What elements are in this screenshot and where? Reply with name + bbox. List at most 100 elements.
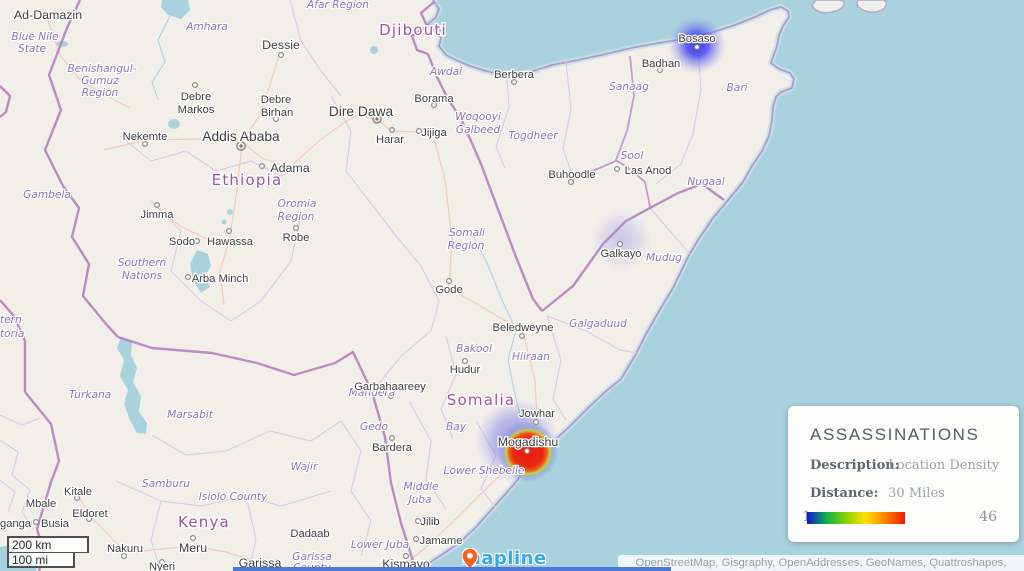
region-label-somali-region-1: Somali (449, 227, 485, 239)
region-label-togdheer: Togdheer (508, 130, 558, 142)
legend-scale-max: 46 (979, 509, 997, 525)
region-label-bakool: Bakool (456, 343, 492, 355)
legend-description-value: Location Density (888, 458, 999, 473)
region-label-middle-juba-1: Middle (404, 481, 439, 493)
city-label-badhan: Badhan (642, 58, 681, 70)
region-label-benishangul-1: Benishangul- (67, 63, 136, 75)
region-label-sanaag: Sanaag (609, 81, 649, 93)
mapline-pin-icon (462, 548, 478, 569)
city-label-debre-markos-1: Debre (181, 91, 211, 103)
legend-card: ASSASSINATIONS Description: Location Den… (788, 406, 1019, 542)
city-label-eldoret: Eldoret (72, 508, 108, 520)
map-attribution: OpenStreetMap, Gisgraphy, OpenAddresses,… (618, 555, 1024, 571)
city-label-mbale: Mbale (26, 498, 56, 510)
region-label-oromia-2: Region (278, 211, 315, 223)
city-label-gode: Gode (435, 284, 462, 296)
city-label-arba-minch: Arba Minch (192, 273, 249, 285)
city-label-buhoodle: Buhoodle (548, 169, 595, 181)
region-label-gambela: Gambela (23, 189, 71, 201)
region-label-sool: Sool (621, 150, 644, 162)
city-label-debre-birhan-1: Debre (261, 94, 291, 106)
region-label-awdal: Awdal (429, 66, 462, 78)
city-label-borama: Borama (414, 93, 454, 105)
city-label-sodo: Sodo (169, 236, 195, 248)
region-label-benishangul-2: Gumuz (81, 75, 119, 87)
city-label-bardera: Bardera (372, 442, 413, 454)
region-label-lower-juba: Lower Juba (351, 539, 409, 551)
city-label-robe: Robe (283, 232, 310, 244)
country-label-ethiopia: Ethiopia (212, 171, 283, 189)
city-label-meru: Meru (179, 541, 207, 555)
mapline-logo[interactable]: mapline (462, 548, 547, 569)
city-label-jilib: Jilib (420, 516, 439, 528)
city-label-ad-damazin: Ad-Damazin (14, 8, 82, 22)
scale-bar: 200 km 100 mi (7, 536, 89, 568)
legend-gradient-bar (807, 512, 905, 524)
scale-km: 200 km (7, 536, 89, 553)
region-label-turkana: Turkana (69, 389, 111, 401)
city-label-hawassa: Hawassa (207, 236, 254, 248)
city-label-debre-markos-2: Markos (178, 104, 215, 116)
region-label-isiolo-county: Isiolo County (199, 491, 268, 503)
scale-km-label: 200 km (12, 538, 51, 552)
city-label-debre-birhan-2: Birhan (261, 107, 293, 119)
region-label-bay: Bay (446, 421, 467, 433)
region-label-afar: Afar Region (306, 0, 369, 11)
city-label-jimma: Jimma (141, 209, 175, 221)
city-label-dessie: Dessie (262, 38, 300, 52)
legend-scale: 1 46 (788, 507, 1019, 529)
region-label-e-equatoria-2: toria (0, 328, 24, 340)
city-label-berbera: Berbera (494, 69, 535, 81)
city-label-nakuru: Nakuru (107, 543, 143, 555)
country-label-djibouti: Djibouti (379, 21, 447, 39)
region-label-samburu: Samburu (142, 478, 190, 490)
city-label-jamame: Jamame (420, 535, 463, 547)
city-label-ganga-cut: ganga (0, 518, 32, 530)
region-label-middle-juba-2: Juba (406, 494, 431, 506)
legend-distance-label: Distance: (810, 486, 884, 501)
region-label-amhara: Amhara (185, 21, 228, 33)
scale-mi: 100 mi (7, 553, 75, 568)
region-label-wajir: Wajir (291, 461, 318, 473)
scale-mi-label: 100 mi (12, 553, 48, 567)
city-label-hudur: Hudur (450, 364, 481, 376)
region-label-hiiraan: Hiiraan (512, 351, 550, 363)
city-label-las-anod: Las Anod (625, 165, 672, 177)
region-label-nugaal: Nugaal (687, 176, 724, 188)
city-label-bosaso: Bosaso (678, 33, 715, 45)
region-label-galgaduud: Galgaduud (569, 318, 627, 330)
city-label-dadaab: Dadaab (290, 528, 329, 540)
city-label-galkayo: Galkayo (600, 248, 641, 260)
country-label-somalia: Somalia (447, 391, 515, 409)
region-label-gedo: Gedo (360, 421, 388, 433)
region-label-benishangul-3: Region (82, 87, 119, 99)
legend-description-row: Description: Location Density (810, 458, 1019, 473)
city-label-harar: Harar (376, 134, 404, 146)
city-label-mogadishu: Mogadishu (498, 435, 559, 449)
region-label-somali-region-2: Region (448, 240, 485, 252)
region-label-woqooyi-1: Woqooyi (455, 111, 501, 123)
legend-distance-row: Distance: 30 Miles (810, 486, 1019, 501)
region-label-lower-shebelle: Lower Shebelle (444, 465, 525, 477)
region-label-southern-nations-1: Southern (118, 257, 166, 269)
city-label-jijiga: Jijiga (421, 127, 447, 139)
region-label-southern-nations-2: Nations (122, 270, 163, 282)
city-label-kitale: Kitale (64, 486, 92, 498)
country-label-kenya: Kenya (178, 513, 230, 531)
city-label-nekemte: Nekemte (123, 131, 168, 143)
region-label-bari: Bari (726, 82, 747, 94)
region-label-marsabit: Marsabit (167, 409, 214, 421)
legend-distance-value: 30 Miles (888, 486, 945, 501)
legend-description-label: Description: (810, 458, 884, 473)
city-label-addis-ababa: Addis Ababa (202, 129, 280, 144)
region-label-e-equatoria-1: tern (0, 314, 22, 326)
region-label-mudug: Mudug (646, 252, 682, 264)
legend-title: ASSASSINATIONS (810, 425, 1019, 445)
city-label-garbahaareey: Garbahaareey (354, 381, 426, 393)
map-screenshot: Afar Region Amhara Blue Nile State Benis… (0, 0, 1024, 571)
region-label-blue-nile-2: State (18, 43, 47, 55)
city-label-jowhar: Jowhar (519, 408, 555, 420)
region-label-woqooyi-2: Galbeed (456, 124, 500, 136)
region-label-blue-nile-1: Blue Nile (11, 31, 59, 43)
bottom-blue-bar (233, 567, 671, 571)
